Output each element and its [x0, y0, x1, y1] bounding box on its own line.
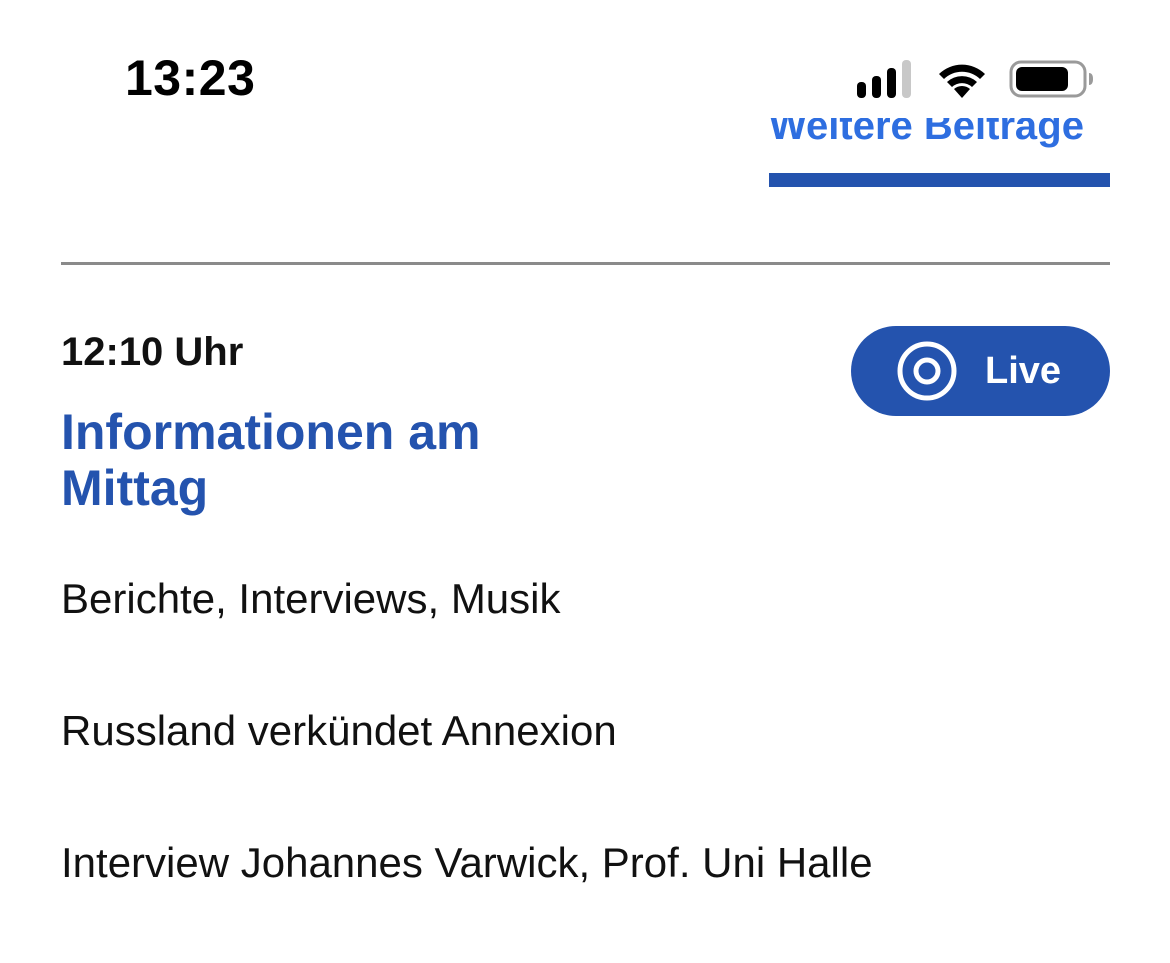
- live-button-label: Live: [985, 350, 1062, 392]
- program-time: 12:10 Uhr: [61, 330, 244, 374]
- status-time: 13:23: [125, 50, 256, 106]
- program-title[interactable]: Informationen am Mittag: [61, 404, 621, 516]
- program-item: Berichte, Interviews, Musik: [61, 575, 561, 622]
- battery-icon: [1009, 60, 1093, 98]
- more-posts-underline: [769, 173, 1110, 187]
- program-item: Russland verkündet Annexion: [61, 707, 617, 754]
- more-posts-link[interactable]: Weitere Beiträge: [769, 118, 1110, 158]
- cellular-signal-icon: [857, 60, 911, 98]
- more-posts-label: Weitere Beiträge: [769, 118, 1084, 148]
- section-divider: [61, 262, 1110, 265]
- wifi-icon: [939, 64, 985, 98]
- live-button[interactable]: Live: [851, 326, 1110, 416]
- program-item: Interview Johannes Varwick, Prof. Uni Ha…: [61, 839, 873, 886]
- live-radio-icon: [897, 341, 957, 401]
- status-icons: [855, 56, 1095, 102]
